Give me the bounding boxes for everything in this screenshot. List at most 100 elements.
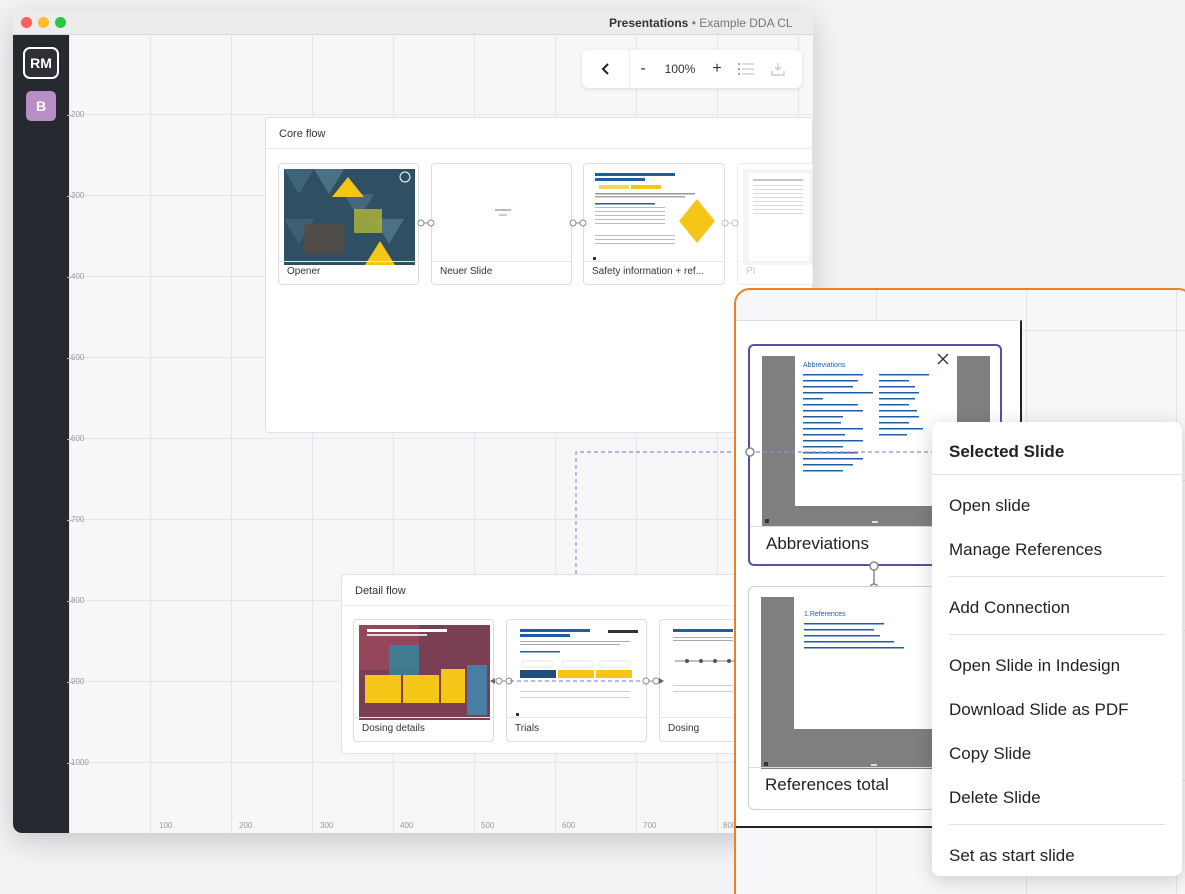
download-icon (771, 63, 785, 76)
slide-preview-graphic (495, 209, 511, 211)
slide-context-menu: Selected Slide Open slide Manage Referen… (932, 422, 1182, 876)
connection-link[interactable] (569, 219, 587, 227)
detail-flow-title: Detail flow (355, 585, 406, 597)
ruler-tick: 500 (66, 353, 85, 362)
slide-marker (764, 762, 768, 766)
slide-card-opener[interactable]: Opener (278, 163, 419, 285)
ruler-tick: 800 (66, 596, 85, 605)
ruler-tick: 200 (66, 110, 85, 119)
slide-card-dosing-details[interactable]: Dosing details (353, 619, 494, 742)
minimize-window-button[interactable] (38, 17, 49, 28)
slide-preview-graphic (749, 173, 809, 261)
zoom-out-button[interactable]: - (630, 60, 656, 78)
menu-item-download-pdf[interactable]: Download Slide as PDF (949, 700, 1129, 720)
dashed-connection-line (756, 451, 956, 453)
slide-card-label: References total (765, 775, 889, 794)
slide-preview-graphic (516, 629, 638, 716)
ruler-tick: 500 (481, 821, 495, 830)
list-view-button[interactable] (730, 62, 762, 76)
slide-thumbnail (512, 625, 641, 720)
connection-link[interactable] (417, 219, 435, 227)
canvas-toolbar: - 100% + (582, 50, 802, 88)
workspace-avatar-b[interactable]: B (26, 91, 56, 121)
slide-marker (765, 519, 769, 523)
zoom-in-button[interactable]: + (704, 60, 730, 78)
divider (949, 576, 1165, 577)
slide-card-pi[interactable]: PI (737, 163, 813, 285)
ruler-tick: 600 (562, 821, 576, 830)
close-icon[interactable] (936, 352, 950, 366)
list-icon (738, 63, 754, 75)
slide-card-neuer-slide[interactable]: Neuer Slide (431, 163, 572, 285)
ruler-tick: 300 (320, 821, 334, 830)
connection-link[interactable] (721, 219, 739, 227)
ruler-tick: 900 (66, 677, 85, 686)
menu-item-manage-references[interactable]: Manage References (949, 540, 1102, 560)
dashed-connection-line (510, 680, 645, 682)
zoom-level: 100% (664, 62, 696, 76)
slide-card-label: Neuer Slide (440, 266, 493, 277)
slide-card-label: Safety information + ref... (592, 266, 704, 277)
divider (949, 824, 1165, 825)
slide-marker (871, 764, 877, 766)
slide-thumbnail (284, 169, 415, 265)
slide-card-label: Dosing details (362, 723, 425, 734)
divider (432, 261, 571, 262)
horizontal-ruler: 100 200 300 400 500 600 700 800 (69, 819, 813, 833)
slide-preview-graphic (673, 629, 741, 692)
thumb-heading: 1.References (804, 611, 846, 618)
slide-card-label: Dosing (668, 723, 700, 734)
divider (949, 634, 1165, 635)
divider (266, 148, 812, 149)
chevron-left-icon (601, 63, 609, 75)
ruler-tick: 400 (66, 272, 85, 281)
menu-item-set-start-slide[interactable]: Set as start slide (949, 846, 1075, 866)
ruler-tick: 600 (66, 434, 85, 443)
user-avatar-rm[interactable]: RM (23, 47, 59, 79)
slide-card-dosing[interactable]: Dosing (659, 619, 741, 742)
close-window-button[interactable] (21, 17, 32, 28)
slide-preview-graphic (284, 169, 415, 265)
download-button[interactable] (762, 62, 794, 76)
slide-card-label: Abbreviations (766, 534, 870, 553)
menu-item-open-in-indesign[interactable]: Open Slide in Indesign (949, 656, 1120, 676)
sidebar: RM B (13, 35, 69, 833)
ruler-tick: 400 (400, 821, 414, 830)
menu-item-open-slide[interactable]: Open slide (949, 496, 1030, 516)
slide-card-label: PI (746, 266, 756, 277)
slide-thumbnail (589, 169, 719, 265)
divider (507, 717, 646, 718)
slide-thumbnail (437, 169, 566, 265)
ruler-tick: 200 (239, 821, 253, 830)
ruler-tick: 100 (159, 821, 173, 830)
divider (738, 261, 813, 262)
core-flow-title: Core flow (279, 128, 326, 140)
maximize-window-button[interactable] (55, 17, 66, 28)
slide-thumbnail (665, 625, 741, 720)
connection-handle[interactable] (744, 446, 756, 458)
divider (660, 717, 741, 718)
divider (932, 474, 1182, 475)
divider (279, 261, 418, 262)
ruler-tick: 700 (643, 821, 657, 830)
thumb-heading: Abbreviations (803, 362, 846, 369)
slide-preview-graphic (499, 214, 507, 216)
slide-preview-graphic (593, 173, 715, 260)
slide-card-label: Trials (515, 723, 540, 734)
context-menu-header: Selected Slide (949, 442, 1065, 461)
slide-card-safety-information[interactable]: Safety information + ref... (583, 163, 725, 285)
menu-item-delete-slide[interactable]: Delete Slide (949, 788, 1041, 808)
divider (342, 605, 741, 606)
slide-preview-graphic (359, 625, 490, 720)
slide-thumbnail (743, 169, 813, 265)
menu-item-copy-slide[interactable]: Copy Slide (949, 744, 1031, 764)
vertical-ruler: 200 300 400 500 600 700 800 900 1000 (66, 35, 91, 833)
ruler-tick: 1000 (67, 758, 89, 767)
divider (584, 261, 724, 262)
slide-card-label: Opener (287, 266, 321, 277)
divider (354, 717, 493, 718)
connection-link[interactable] (642, 677, 664, 685)
menu-item-add-connection[interactable]: Add Connection (949, 598, 1070, 618)
back-button[interactable] (582, 50, 630, 88)
title-bar: Presentations • Example DDA CL (13, 10, 813, 35)
